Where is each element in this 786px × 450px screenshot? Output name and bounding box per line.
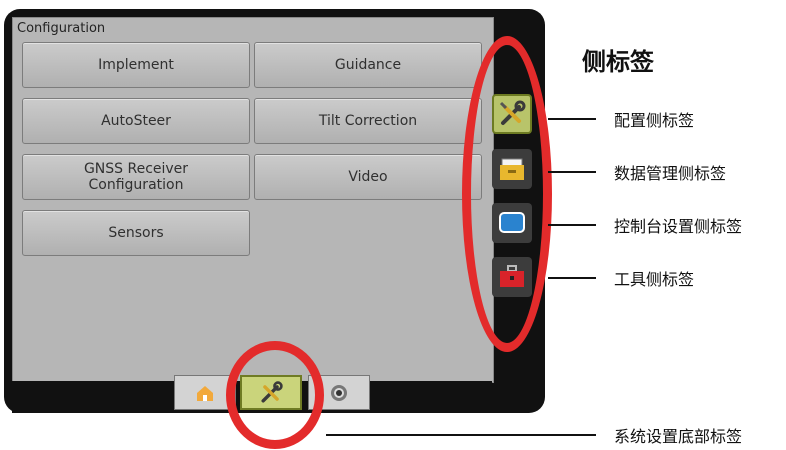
system-setup-bottom-tab-label: 系统设置底部标签	[614, 427, 743, 446]
tools-side-tab-label: 工具侧标签	[614, 270, 695, 289]
camera-icon	[331, 384, 347, 401]
video-button[interactable]: Video	[254, 154, 482, 200]
guidance-button[interactable]: Guidance	[254, 42, 482, 88]
leader-line	[326, 434, 596, 436]
leader-line	[548, 171, 596, 173]
side-tabs-heading: 侧标签	[582, 48, 654, 76]
implement-button[interactable]: Implement	[22, 42, 250, 88]
console-settings-side-tab-label: 控制台设置侧标签	[614, 217, 743, 236]
panel-title: Configuration	[17, 21, 106, 36]
sensors-button[interactable]: Sensors	[22, 210, 250, 256]
bottom-tab-highlight-ellipse	[226, 341, 324, 449]
config-side-tab-label: 配置侧标签	[614, 111, 695, 130]
leader-line	[548, 277, 596, 279]
leader-line	[548, 224, 596, 226]
leader-line	[548, 118, 596, 120]
side-tabs-highlight-ellipse	[462, 36, 552, 352]
home-icon	[197, 385, 213, 401]
data-management-side-tab-label: 数据管理侧标签	[614, 164, 727, 183]
tilt-correction-button[interactable]: Tilt Correction	[254, 98, 482, 144]
autosteer-button[interactable]: AutoSteer	[22, 98, 250, 144]
configuration-panel: Configuration Implement Guidance AutoSte…	[12, 17, 494, 383]
gnss-receiver-configuration-button[interactable]: GNSS Receiver Configuration	[22, 154, 250, 200]
